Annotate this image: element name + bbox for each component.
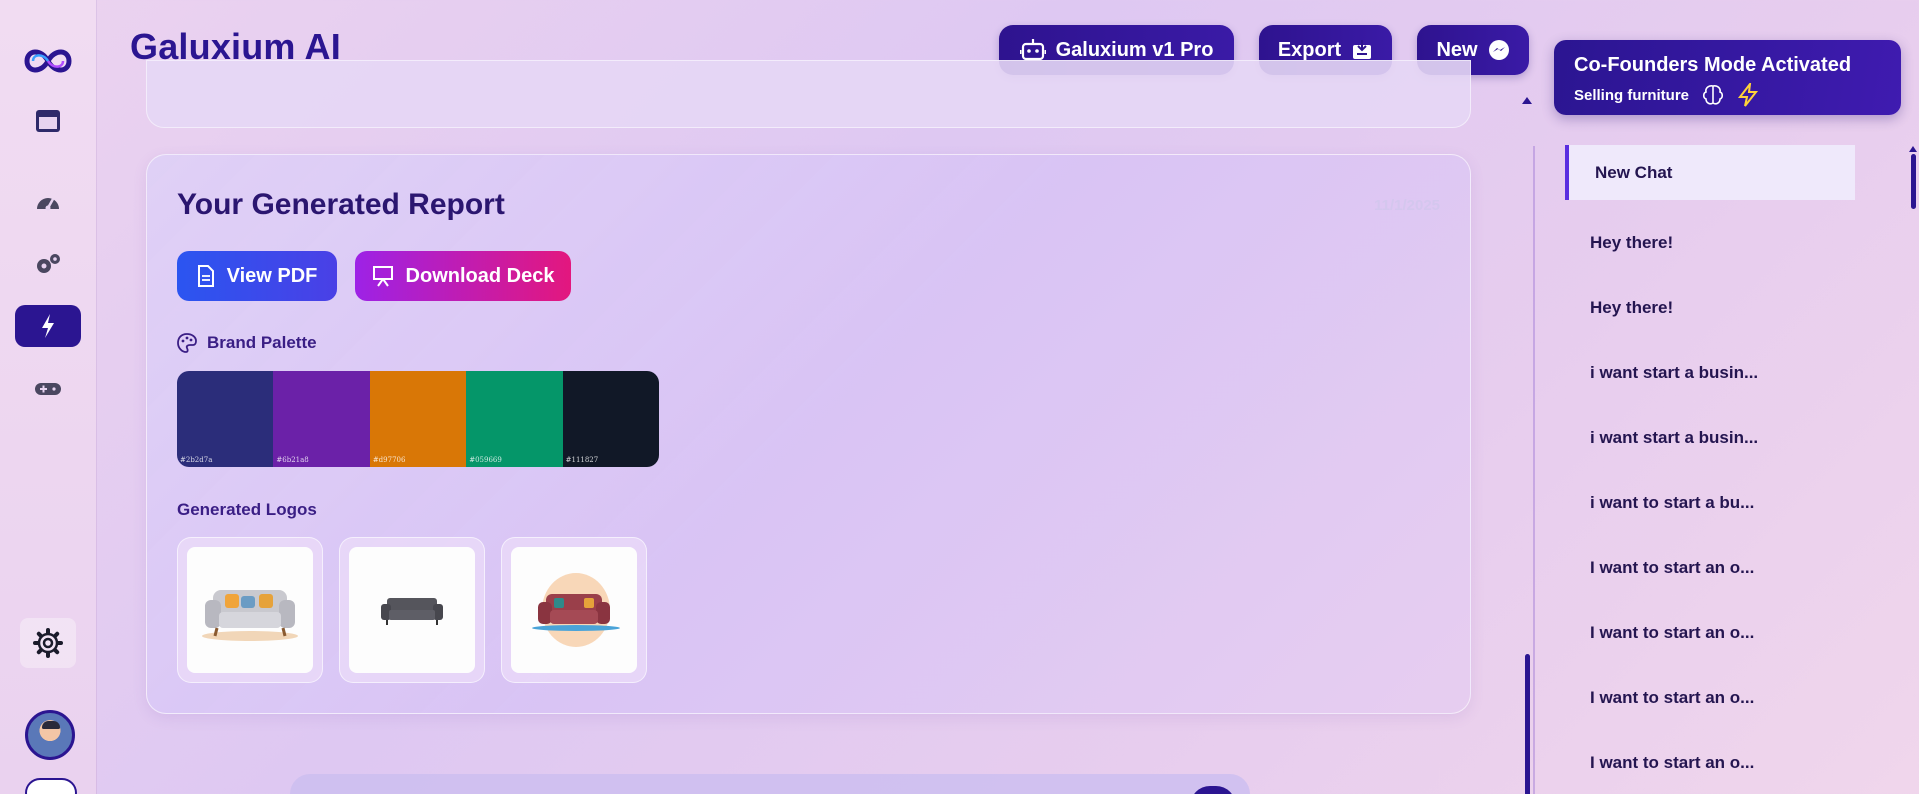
settings-icon[interactable] bbox=[20, 618, 76, 668]
logo-tile[interactable] bbox=[177, 537, 323, 683]
generated-logos-label: Generated Logos bbox=[177, 500, 317, 520]
palette-swatch: #d97706 bbox=[369, 371, 467, 467]
export-label: Export bbox=[1277, 38, 1342, 61]
sofa-logo-icon bbox=[532, 573, 620, 647]
lightning-icon[interactable] bbox=[15, 305, 81, 347]
chat-history-item[interactable]: Hey there! bbox=[1565, 275, 1855, 340]
gamepad-icon[interactable] bbox=[15, 368, 81, 410]
chat-history-item[interactable]: i want start a busin... bbox=[1565, 405, 1855, 470]
dashboard-icon[interactable] bbox=[15, 181, 81, 223]
main-scrollbar-thumb[interactable] bbox=[1525, 654, 1530, 794]
gears-icon[interactable] bbox=[15, 243, 81, 285]
swatch-hex: #6b21a8 bbox=[276, 456, 309, 464]
chat-history-item[interactable]: I want to start an o... bbox=[1565, 665, 1855, 730]
report-card: Your Generated Report 11/1/2025 View PDF… bbox=[146, 154, 1471, 714]
main-scroll-track[interactable] bbox=[1533, 146, 1535, 794]
left-nav-rail bbox=[0, 0, 97, 794]
robot-icon bbox=[1019, 39, 1046, 61]
palette-swatch: #059669 bbox=[466, 371, 563, 467]
logo-icon[interactable] bbox=[15, 40, 81, 82]
report-date: 11/1/2025 bbox=[1374, 197, 1440, 214]
palette-icon bbox=[177, 333, 197, 353]
mode-banner: Co-Founders Mode Activated Selling furni… bbox=[1554, 40, 1901, 115]
palette-swatch: #6b21a8 bbox=[273, 371, 370, 467]
swatch-hex: #111827 bbox=[565, 456, 599, 464]
send-button[interactable] bbox=[1190, 786, 1236, 794]
mode-title: Co-Founders Mode Activated bbox=[1574, 54, 1852, 76]
previous-message-card bbox=[146, 60, 1471, 128]
messenger-icon bbox=[1488, 40, 1509, 60]
avatar[interactable] bbox=[25, 710, 75, 760]
chat-history-item[interactable]: i want to start a bu... bbox=[1565, 470, 1855, 535]
sofa-logo-icon bbox=[381, 598, 443, 625]
chat-history-item-new-chat[interactable]: New Chat bbox=[1565, 145, 1855, 200]
swatch-hex: #d97706 bbox=[372, 456, 406, 464]
brand-palette: #2b2d7a #6b21a8 #d97706 #059669 #111827 bbox=[177, 371, 659, 467]
lightning-icon bbox=[1737, 83, 1759, 107]
palette-swatch: #111827 bbox=[562, 371, 659, 467]
download-deck-button[interactable]: Download Deck bbox=[355, 251, 571, 301]
logo-tile[interactable] bbox=[501, 537, 647, 683]
brand-palette-label: Brand Palette bbox=[177, 333, 317, 353]
chat-history-item[interactable]: I want to start an o... bbox=[1565, 535, 1855, 600]
sofa-logo-icon bbox=[202, 590, 298, 641]
chat-input-bar[interactable] bbox=[290, 774, 1250, 794]
chat-history-item[interactable]: i want start a busin... bbox=[1565, 340, 1855, 405]
history-scroll-up-arrow[interactable] bbox=[1909, 146, 1917, 152]
generated-logos-text: Generated Logos bbox=[177, 500, 317, 519]
new-label: New bbox=[1436, 38, 1478, 61]
brand-palette-text: Brand Palette bbox=[207, 333, 317, 352]
export-icon bbox=[1353, 40, 1372, 59]
logo-tile[interactable] bbox=[339, 537, 485, 683]
scroll-up-arrow[interactable] bbox=[1522, 97, 1532, 104]
download-deck-label: Download Deck bbox=[405, 264, 555, 287]
document-icon bbox=[197, 265, 214, 287]
palette-swatch: #2b2d7a bbox=[177, 371, 274, 467]
presentation-icon bbox=[372, 266, 393, 287]
model-select-label: Galuxium v1 Pro bbox=[1055, 38, 1214, 61]
view-pdf-label: View PDF bbox=[226, 264, 318, 287]
view-pdf-button[interactable]: View PDF bbox=[177, 251, 337, 301]
logo-gallery bbox=[177, 537, 647, 683]
report-title: Your Generated Report bbox=[177, 188, 505, 221]
chat-history-item[interactable]: Hey there! bbox=[1565, 210, 1855, 275]
mode-subtitle: Selling furniture bbox=[1574, 86, 1690, 104]
rail-toggle[interactable] bbox=[25, 778, 77, 794]
swatch-hex: #2b2d7a bbox=[180, 456, 213, 464]
brain-icon bbox=[1702, 85, 1724, 105]
chat-history-list: New Chat Hey there! Hey there! i want st… bbox=[1565, 145, 1855, 794]
chat-history-item[interactable]: I want to start an o... bbox=[1565, 600, 1855, 665]
swatch-hex: #059669 bbox=[469, 456, 502, 464]
chat-history-item[interactable]: I want to start an o... bbox=[1565, 730, 1855, 794]
history-scrollbar-thumb[interactable] bbox=[1911, 154, 1916, 209]
panel-icon[interactable] bbox=[15, 100, 81, 142]
